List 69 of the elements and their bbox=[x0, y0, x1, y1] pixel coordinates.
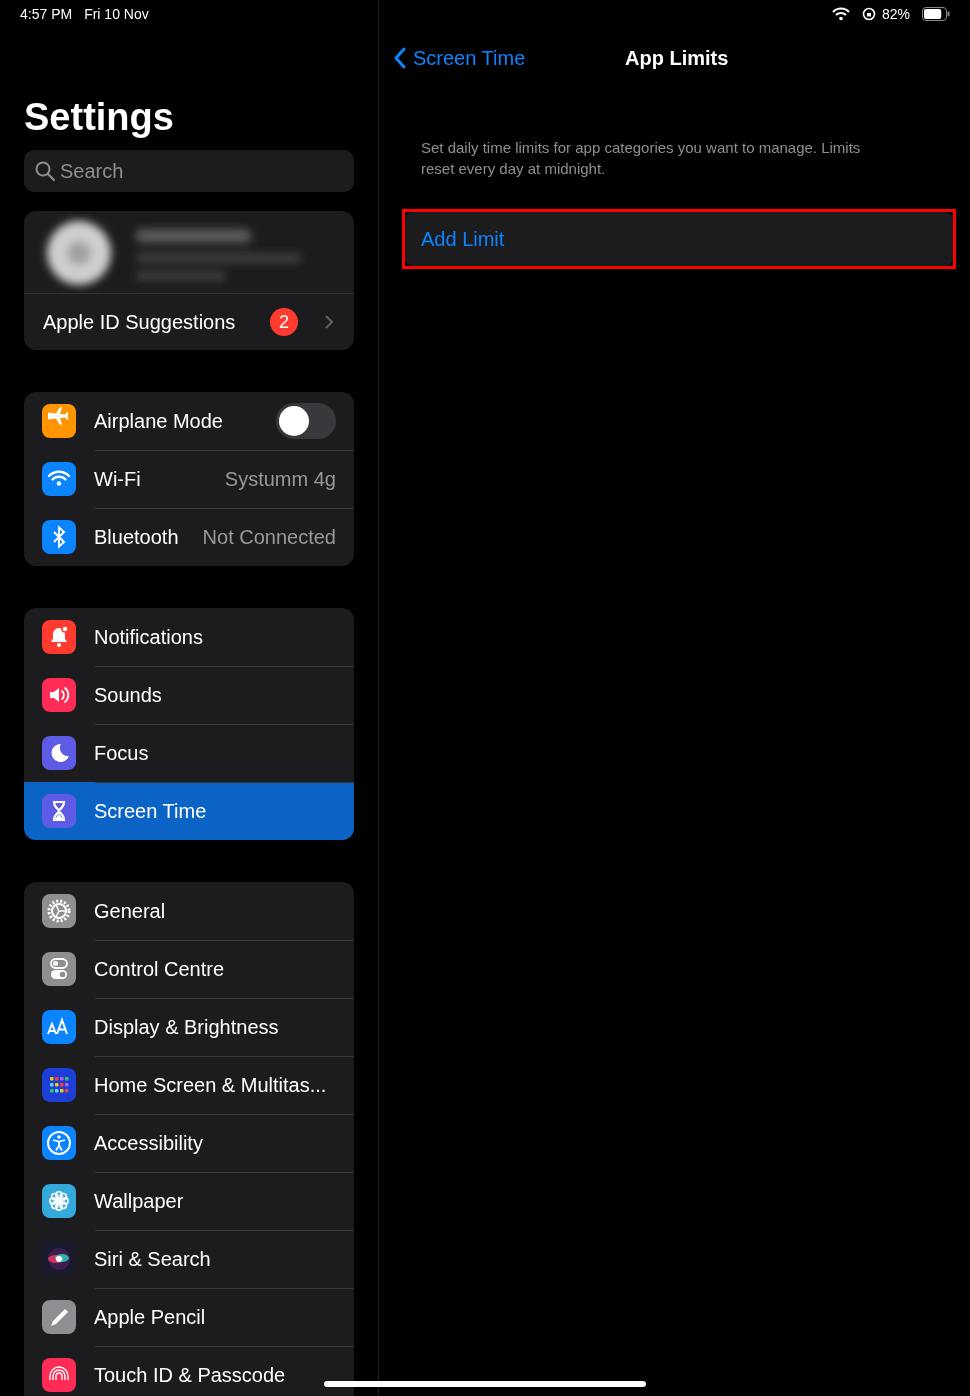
orb-icon bbox=[42, 1242, 76, 1276]
notification-badge: 2 bbox=[270, 308, 298, 336]
row-label: Accessibility bbox=[94, 1131, 204, 1155]
settings-row[interactable]: Touch ID & Passcode bbox=[24, 1346, 354, 1396]
add-limit-button[interactable]: Add Limit bbox=[405, 212, 953, 266]
row-label: Focus bbox=[94, 741, 150, 765]
app-grid-icon bbox=[42, 1068, 76, 1102]
row-label: Screen Time bbox=[94, 799, 208, 823]
chevron-icon bbox=[393, 47, 407, 69]
airplane-icon bbox=[42, 404, 76, 438]
row-label: General bbox=[94, 899, 167, 923]
account-card[interactable]: Apple ID Suggestions 2 bbox=[24, 211, 354, 350]
settings-row[interactable]: Airplane Mode bbox=[24, 392, 354, 450]
page-title: App Limits bbox=[625, 46, 729, 70]
battery-icon bbox=[922, 7, 950, 21]
row-label: Touch ID & Passcode bbox=[94, 1363, 287, 1387]
speaker-icon bbox=[42, 678, 76, 712]
search-field[interactable]: Search bbox=[24, 150, 354, 192]
chevron-icon bbox=[324, 314, 334, 330]
row-label: Control Centre bbox=[94, 957, 226, 981]
settings-row[interactable]: Display & Brightness bbox=[24, 998, 354, 1056]
settings-row[interactable]: Sounds bbox=[24, 666, 354, 724]
row-label: Airplane Mode bbox=[94, 409, 224, 433]
row-label: Notifications bbox=[94, 625, 204, 649]
row-value: Not Connected bbox=[202, 525, 336, 549]
toggles-icon bbox=[42, 952, 76, 986]
settings-row[interactable]: Wallpaper bbox=[24, 1172, 354, 1230]
description-text: Set daily time limits for app categories you want to manage. Limits reset every day at midnight. bbox=[421, 138, 862, 179]
settings-row[interactable]: Notifications bbox=[24, 608, 354, 666]
search-icon bbox=[34, 160, 56, 182]
wifi-icon bbox=[831, 7, 850, 21]
settings-row[interactable]: Accessibility bbox=[24, 1114, 354, 1172]
back-button[interactable]: Screen Time bbox=[393, 46, 526, 70]
hourglass-icon bbox=[42, 794, 76, 828]
text-size-icon bbox=[42, 1010, 76, 1044]
row-label: Wi-Fi bbox=[94, 467, 142, 491]
settings-title: Settings bbox=[24, 95, 175, 140]
status-time: 4:57 PM bbox=[20, 6, 73, 22]
flower-icon bbox=[42, 1184, 76, 1218]
settings-row[interactable]: General bbox=[24, 882, 354, 940]
toggle-switch[interactable] bbox=[276, 403, 336, 439]
row-label: Display & Brightness bbox=[94, 1015, 280, 1039]
status-date: Fri 10 Nov bbox=[84, 6, 149, 22]
fingerprint-icon bbox=[42, 1358, 76, 1392]
bell-icon bbox=[42, 620, 76, 654]
settings-row[interactable]: Focus bbox=[24, 724, 354, 782]
settings-row[interactable]: Control Centre bbox=[24, 940, 354, 998]
row-value: Systumm 4g bbox=[224, 467, 336, 491]
wifi-icon bbox=[42, 462, 76, 496]
row-label: Sounds bbox=[94, 683, 163, 707]
battery-percent: 82% bbox=[881, 6, 910, 22]
settings-row[interactable]: Screen Time bbox=[24, 782, 354, 840]
bluetooth-icon bbox=[42, 520, 76, 554]
row-label: Home Screen & Multitas... bbox=[94, 1073, 328, 1097]
settings-row[interactable]: Home Screen & Multitas... bbox=[24, 1056, 354, 1114]
settings-row[interactable]: Bluetooth Not Connected bbox=[24, 508, 354, 566]
accessibility-icon bbox=[42, 1126, 76, 1160]
settings-row[interactable]: Apple Pencil bbox=[24, 1288, 354, 1346]
row-label: Bluetooth bbox=[94, 525, 180, 549]
row-label: Siri & Search bbox=[94, 1247, 212, 1271]
moon-icon bbox=[42, 736, 76, 770]
row-label: Wallpaper bbox=[94, 1189, 185, 1213]
rotation-lock-icon bbox=[861, 7, 876, 21]
settings-row[interactable]: Siri & Search bbox=[24, 1230, 354, 1288]
pencil-icon bbox=[42, 1300, 76, 1334]
gear-icon bbox=[42, 894, 76, 928]
suggestions-label: Apple ID Suggestions bbox=[43, 310, 237, 334]
row-label: Apple Pencil bbox=[94, 1305, 207, 1329]
settings-row[interactable]: Wi-Fi Systumm 4g bbox=[24, 450, 354, 508]
